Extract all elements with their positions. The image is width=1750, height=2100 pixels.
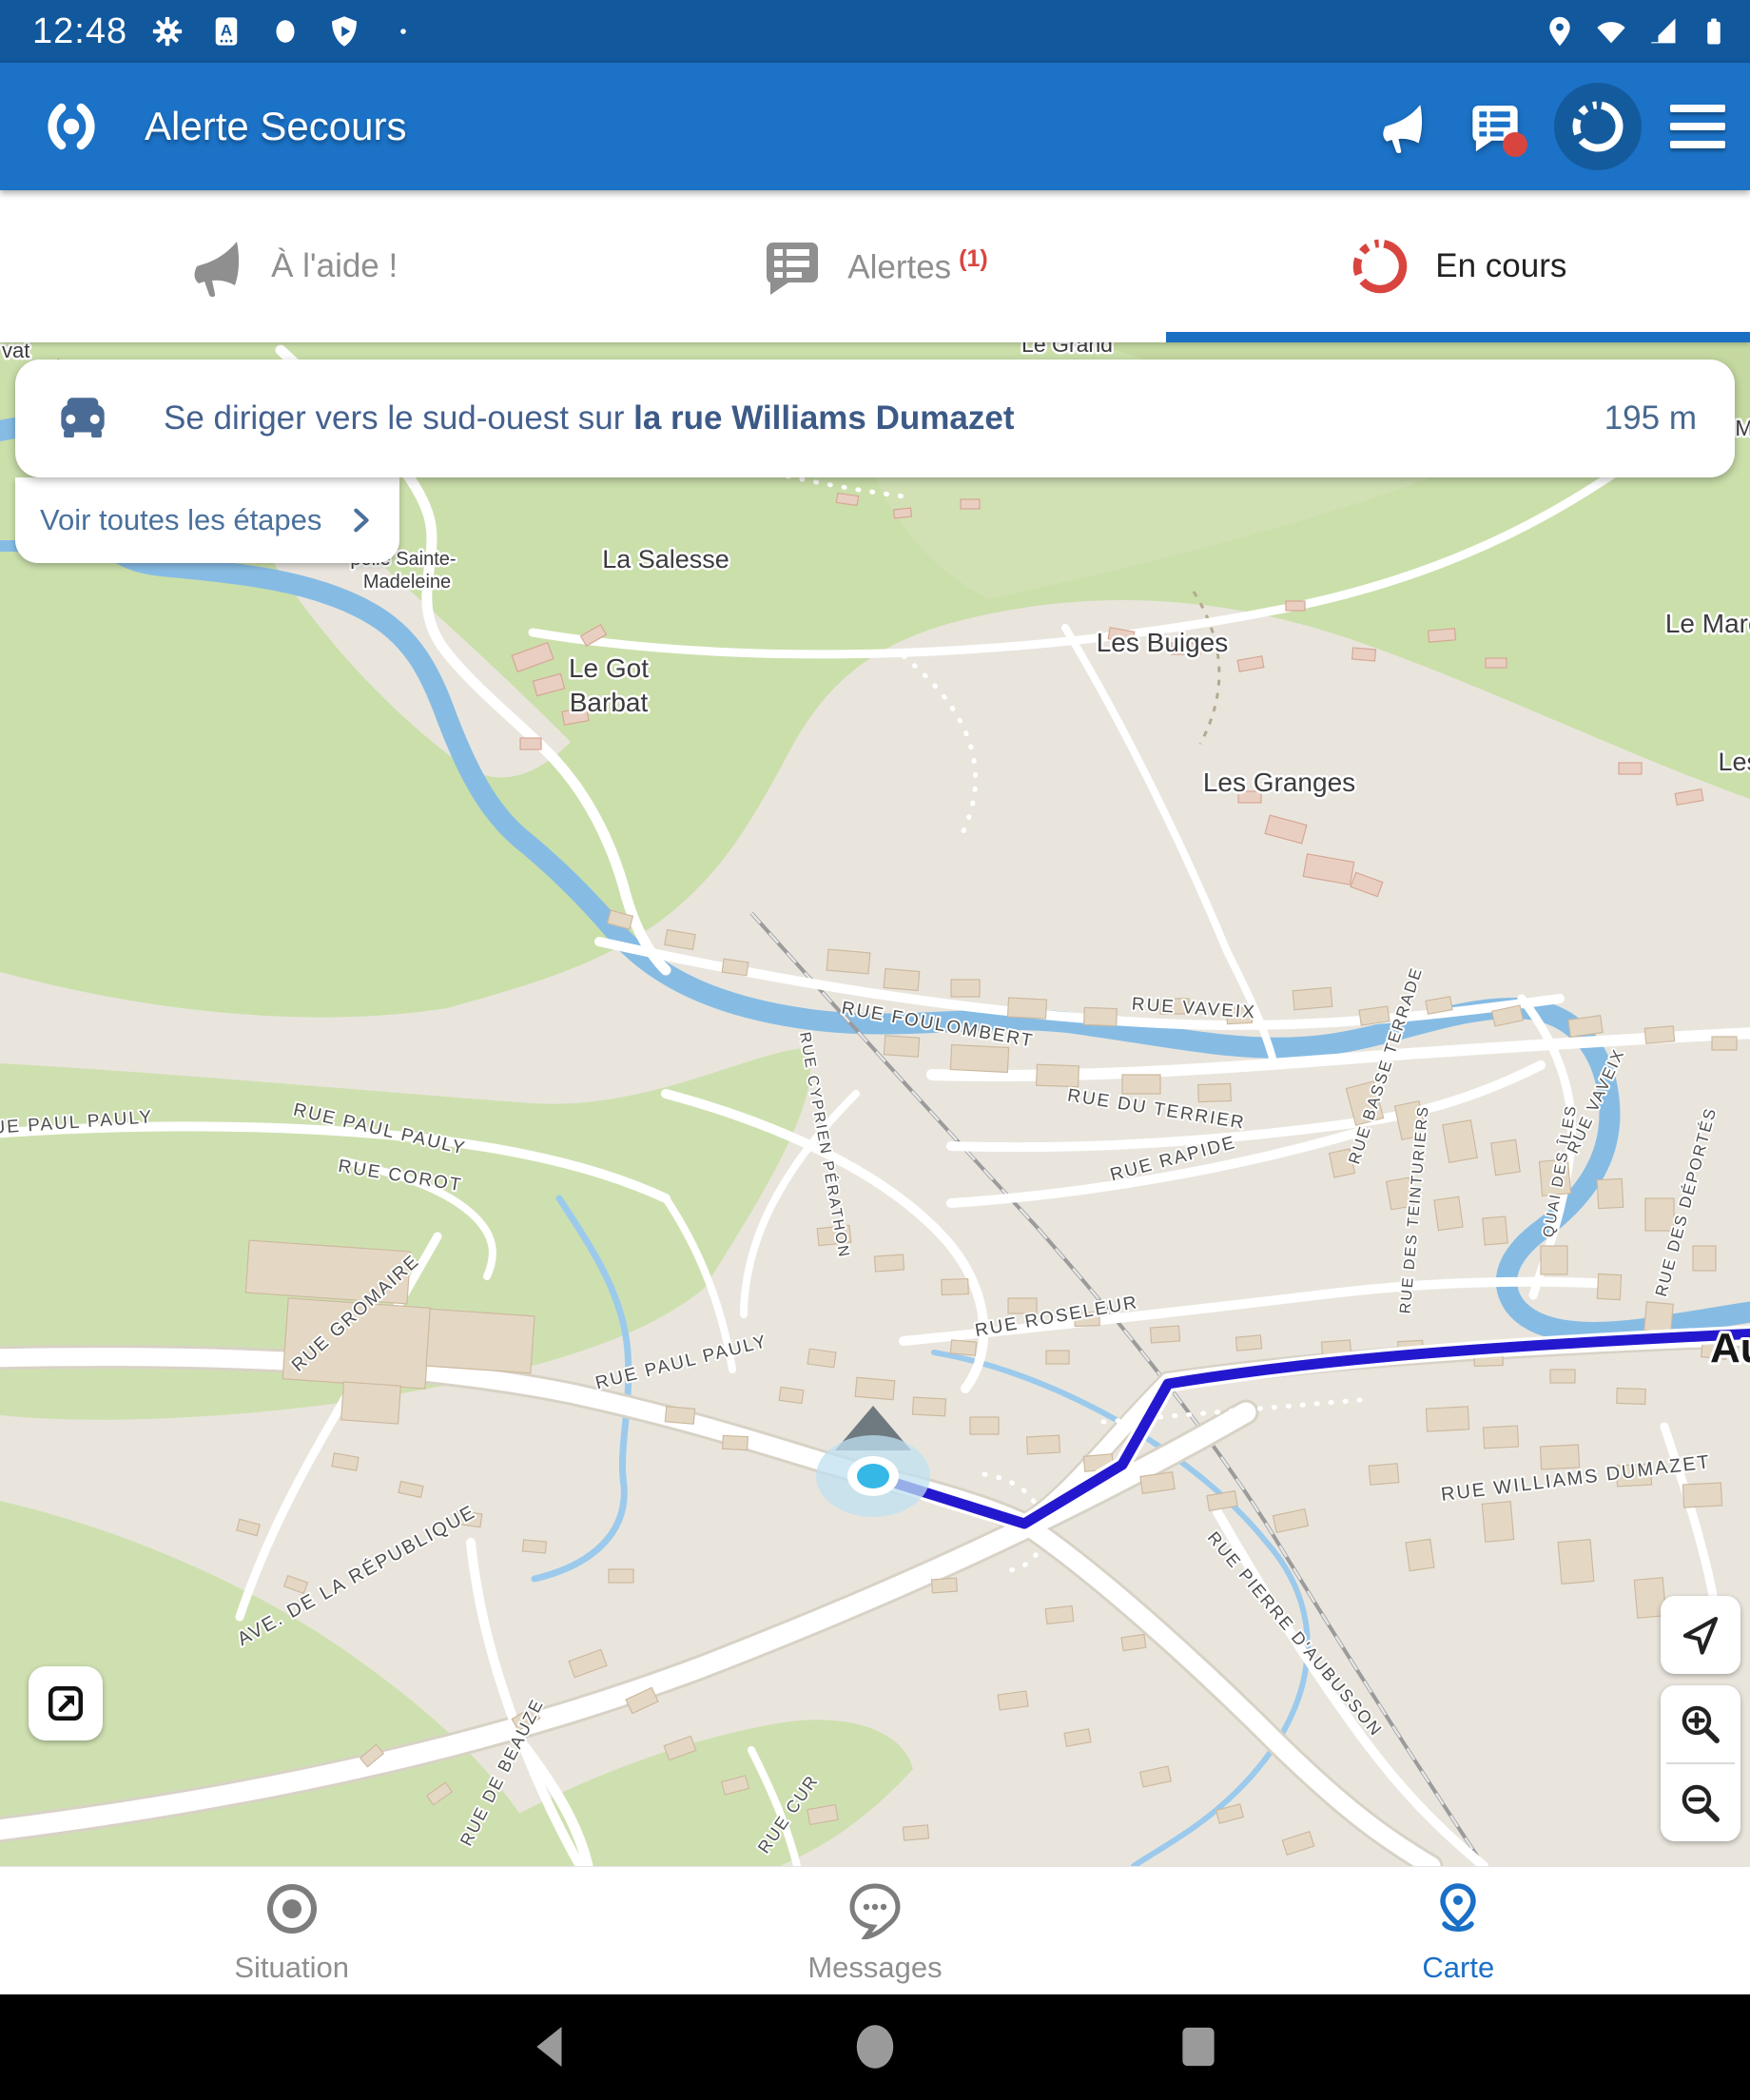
messages-button[interactable] xyxy=(1461,92,1529,161)
nav-item-messages[interactable]: Messages xyxy=(583,1867,1166,1994)
zoom-controls xyxy=(1661,1685,1740,1841)
instruction-text: Se diriger vers le sud-ouest sur la rue … xyxy=(164,399,1014,438)
nav-item-situation[interactable]: Situation xyxy=(0,1867,583,1994)
tab-label: À l'aide ! xyxy=(271,247,398,285)
wifi-icon xyxy=(1592,12,1630,50)
alerte-secours-logo-icon xyxy=(40,95,103,158)
all-steps-button[interactable]: Voir toutes les étapes xyxy=(15,477,399,563)
cell-signal-icon xyxy=(1643,12,1682,50)
active-tab-indicator xyxy=(1166,332,1750,342)
alert-list-icon xyxy=(762,236,823,297)
svg-text:vat: vat xyxy=(2,342,29,362)
svg-text:Les: Les xyxy=(1718,748,1750,776)
zoom-out-icon xyxy=(1676,1779,1725,1828)
circle-notification-icon xyxy=(266,12,304,50)
svg-text:A: A xyxy=(221,22,232,40)
zoom-in-icon xyxy=(1676,1700,1725,1749)
android-recents-button[interactable] xyxy=(1037,2020,1360,2073)
android-home-button[interactable] xyxy=(713,2020,1037,2073)
fullscreen-button[interactable] xyxy=(29,1666,103,1740)
svg-text:Les Granges: Les Granges xyxy=(1203,768,1355,797)
zoom-out-button[interactable] xyxy=(1661,1764,1740,1841)
messages-bubble-icon xyxy=(845,1878,905,1939)
svg-text:Au: Au xyxy=(1710,1325,1750,1371)
clock: 12:48 xyxy=(32,11,127,52)
tab-en-cours[interactable]: En cours xyxy=(1167,190,1750,342)
location-active-icon xyxy=(1541,12,1579,50)
svg-text:Madeleine: Madeleine xyxy=(363,572,451,593)
map-pin-icon xyxy=(1428,1878,1488,1939)
android-back-button[interactable] xyxy=(390,2020,713,2073)
alert-count-badge: (1) xyxy=(959,245,988,272)
megaphone-icon xyxy=(185,236,246,297)
instruction-distance: 195 m xyxy=(1604,399,1697,438)
unread-badge-dot xyxy=(1503,132,1527,157)
svg-text:Le Marc: Le Marc xyxy=(1665,609,1750,638)
status-bar: 12:48 A xyxy=(0,0,1750,63)
svg-text:Le Grand: Le Grand xyxy=(1021,342,1113,357)
zoom-in-button[interactable] xyxy=(1661,1685,1740,1762)
svg-text:Les Buiges: Les Buiges xyxy=(1097,628,1229,657)
navigation-arrow-icon xyxy=(1675,1609,1726,1661)
svg-text:Le Got: Le Got xyxy=(569,653,649,683)
battery-icon xyxy=(1695,12,1733,50)
situation-target-icon xyxy=(262,1878,322,1939)
app-bar: Alerte Secours xyxy=(0,63,1750,190)
shield-play-icon xyxy=(325,12,363,50)
gear-icon xyxy=(148,12,186,50)
map-svg: RUE FOULOMBERTRUE VAVEIXRUE DU TERRIERRU… xyxy=(0,342,1750,1866)
svg-text:La Salesse: La Salesse xyxy=(602,545,729,574)
svg-text:M: M xyxy=(1735,416,1750,440)
progress-ring-icon xyxy=(1350,236,1410,297)
android-navigation-bar xyxy=(0,1993,1750,2100)
ongoing-alert-spinner-button[interactable] xyxy=(1554,83,1642,170)
instruction-road-name: la rue Williams Dumazet xyxy=(633,399,1014,437)
dot-notification-icon xyxy=(384,12,422,50)
page-title: Alerte Secours xyxy=(145,104,406,149)
recenter-button[interactable] xyxy=(1661,1596,1740,1674)
nav-item-carte[interactable]: Carte xyxy=(1167,1867,1750,1994)
bottom-navigation: Situation Messages Carte xyxy=(0,1866,1750,1994)
svg-text:Barbat: Barbat xyxy=(570,688,649,717)
tab-alertes[interactable]: Alertes(1) xyxy=(583,190,1166,342)
tab-label: En cours xyxy=(1435,247,1566,285)
map-canvas[interactable]: RUE FOULOMBERTRUE VAVEIXRUE DU TERRIERRU… xyxy=(0,342,1750,1866)
tab-a-laide[interactable]: À l'aide ! xyxy=(0,190,583,342)
tab-bar: À l'aide ! Alertes(1) En cours xyxy=(0,190,1750,342)
menu-button[interactable] xyxy=(1670,105,1725,148)
open-external-icon xyxy=(43,1681,88,1726)
car-icon xyxy=(55,391,110,446)
megaphone-button[interactable] xyxy=(1368,92,1436,161)
tab-label: Alertes(1) xyxy=(847,245,988,287)
navigation-instruction-card[interactable]: Se diriger vers le sud-ouest sur la rue … xyxy=(15,360,1735,477)
all-steps-label: Voir toutes les étapes xyxy=(40,503,321,537)
chevron-right-icon xyxy=(346,506,375,535)
translate-app-icon: A xyxy=(207,12,245,50)
